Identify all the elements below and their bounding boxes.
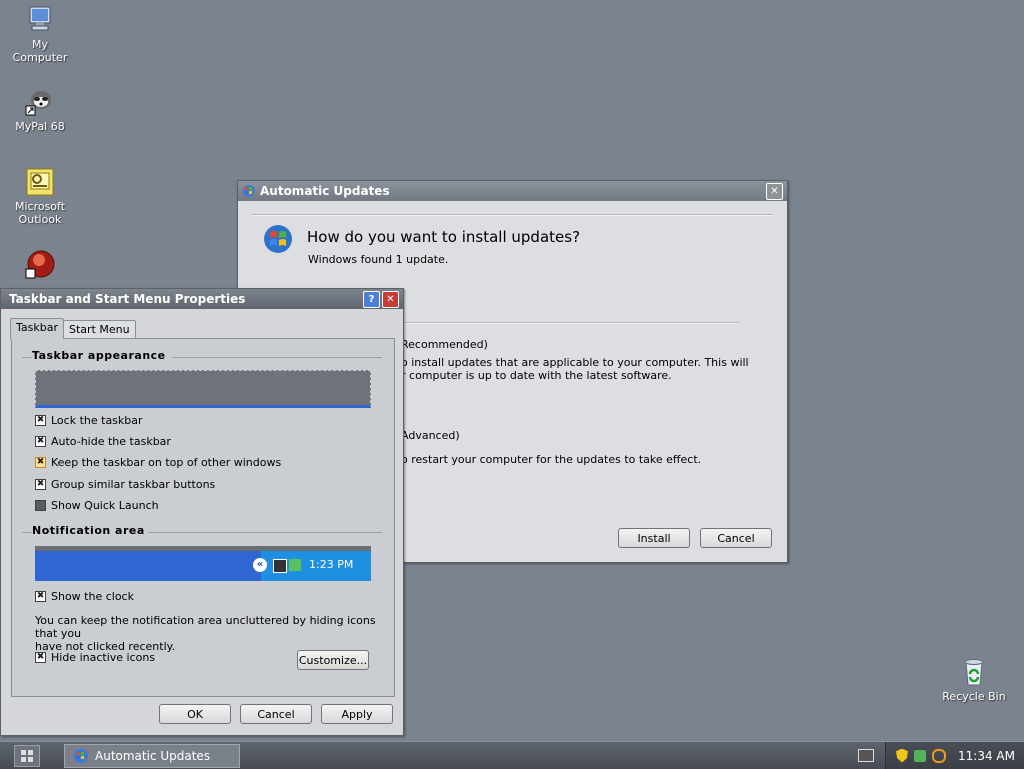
title-bar[interactable]: Taskbar and Start Menu Properties ? ✕ <box>1 289 403 309</box>
preview-clock: 1:23 PM <box>309 558 354 571</box>
auto-hide-option[interactable]: ✖ Auto-hide the taskbar <box>35 435 171 448</box>
recycle-bin-icon <box>964 659 984 686</box>
close-button[interactable]: ✕ <box>382 290 399 308</box>
option-label: Group similar taskbar buttons <box>51 478 216 491</box>
window-title: Taskbar and Start Menu Properties <box>9 292 246 306</box>
desktop-icon-red-app[interactable] <box>0 248 80 282</box>
desktop-icon-recycle-bin[interactable]: Recycle Bin <box>934 656 1014 703</box>
window-title: Automatic Updates <box>260 184 390 198</box>
group-buttons-option[interactable]: ✖ Group similar taskbar buttons <box>35 478 215 491</box>
keep-on-top-option[interactable]: ✖ Keep the taskbar on top of other windo… <box>35 456 281 469</box>
group-line <box>148 532 382 533</box>
desktop-icon-outlook[interactable]: Microsoft Outlook <box>0 166 80 226</box>
divider <box>252 214 773 216</box>
taskbar-appearance-preview <box>35 370 371 408</box>
group-line <box>22 532 32 533</box>
checkbox[interactable]: ✖ <box>35 479 46 490</box>
desktop-icon-label: Recycle Bin <box>942 690 1006 703</box>
cancel-button[interactable]: Cancel <box>240 704 312 724</box>
hide-inactive-option[interactable]: ✖ Hide inactive icons <box>35 651 155 664</box>
start-button[interactable] <box>14 745 40 767</box>
option-recommended-title: Recommended) <box>401 338 488 351</box>
raccoon-icon <box>25 91 51 116</box>
option-label: Show the clock <box>51 590 134 603</box>
chevron-left-icon: « <box>253 558 267 572</box>
checkbox[interactable]: ✖ <box>35 652 46 663</box>
checkbox[interactable]: ✖ <box>35 436 46 447</box>
system-tray: 11:34 AM <box>885 742 1024 769</box>
computer-icon <box>29 6 51 31</box>
option-label: Hide inactive icons <box>51 651 156 664</box>
option-advanced-desc: o restart your computer for the updates … <box>401 453 702 466</box>
red-orb-icon <box>25 250 55 279</box>
tab-taskbar[interactable]: Taskbar <box>10 318 64 339</box>
desktop-icon-label: MyPal 68 <box>15 120 65 133</box>
notification-info-text: You can keep the notification area unclu… <box>35 614 385 653</box>
dialog-subheading: Windows found 1 update. <box>308 253 449 266</box>
option-recommended-desc-1: o install updates that are applicable to… <box>401 356 749 369</box>
customize-button[interactable]: Customize... <box>297 650 369 670</box>
notification-area-preview: « 1:23 PM <box>35 546 371 581</box>
close-button[interactable]: ✕ <box>766 182 783 200</box>
search-icon[interactable] <box>932 748 946 763</box>
desktop-icon-my-computer[interactable]: My Computer <box>0 4 80 64</box>
desktop-icon-label: Computer <box>12 51 68 64</box>
start-icon <box>21 750 33 762</box>
checkbox[interactable]: ✖ <box>35 415 46 426</box>
ok-button[interactable]: OK <box>159 704 231 724</box>
divider <box>403 322 739 324</box>
show-clock-option[interactable]: ✖ Show the clock <box>35 590 134 603</box>
option-label: Auto-hide the taskbar <box>51 435 171 448</box>
group-line <box>22 357 32 358</box>
taskbar: Automatic Updates 11:34 AM <box>0 741 1024 769</box>
security-shield-icon[interactable] <box>896 748 908 763</box>
taskbar-item-automatic-updates[interactable]: Automatic Updates <box>64 744 240 768</box>
desktop-icon-label: Outlook <box>18 213 62 226</box>
windows-logo-icon <box>264 225 292 253</box>
cancel-button[interactable]: Cancel <box>700 528 772 548</box>
keyboard-icon[interactable] <box>858 749 874 762</box>
tab-start-menu[interactable]: Start Menu <box>63 320 136 339</box>
option-recommended-desc-2: r computer is up to date with the latest… <box>401 369 672 382</box>
quick-launch-option[interactable]: Show Quick Launch <box>35 499 159 512</box>
close-icon: ✕ <box>770 185 779 197</box>
close-icon: ✕ <box>386 293 395 305</box>
option-label: Show Quick Launch <box>51 499 159 512</box>
help-button[interactable]: ? <box>363 290 380 308</box>
network-icon <box>273 559 287 573</box>
help-icon: ? <box>368 293 375 305</box>
windows-update-icon <box>74 749 88 763</box>
apply-button[interactable]: Apply <box>321 704 393 724</box>
option-label: Keep the taskbar on top of other windows <box>51 456 282 469</box>
group-line <box>172 357 382 358</box>
update-tray-icon[interactable] <box>914 749 926 762</box>
desktop-icon-mypal[interactable]: MyPal 68 <box>0 86 80 133</box>
checkbox[interactable]: ✖ <box>35 591 46 602</box>
option-label: Lock the taskbar <box>51 414 143 427</box>
tab-panel: Taskbar appearance ✖ Lock the taskbar ✖ … <box>11 338 395 697</box>
title-bar[interactable]: Automatic Updates ✕ <box>238 181 787 201</box>
lock-taskbar-option[interactable]: ✖ Lock the taskbar <box>35 414 143 427</box>
group-title-appearance: Taskbar appearance <box>32 349 166 362</box>
dialog-heading: How do you want to install updates? <box>307 228 581 246</box>
outlook-icon <box>26 168 54 196</box>
windows-update-icon <box>243 185 255 197</box>
install-button[interactable]: Install <box>618 528 690 548</box>
checkbox[interactable]: ✖ <box>35 457 46 468</box>
taskbar-properties-window: Taskbar and Start Menu Properties ? ✕ Ta… <box>0 288 404 736</box>
option-advanced-title: Advanced) <box>401 429 460 442</box>
desktop-icon-label: Microsoft <box>14 200 66 213</box>
clock[interactable]: 11:34 AM <box>958 749 1015 763</box>
taskbar-item-label: Automatic Updates <box>95 749 211 763</box>
tray-app-icon <box>289 559 301 571</box>
info-line: You can keep the notification area unclu… <box>35 614 376 640</box>
group-title-notification: Notification area <box>32 524 145 537</box>
desktop-icon-label: My <box>31 38 48 51</box>
checkbox[interactable] <box>35 500 46 511</box>
